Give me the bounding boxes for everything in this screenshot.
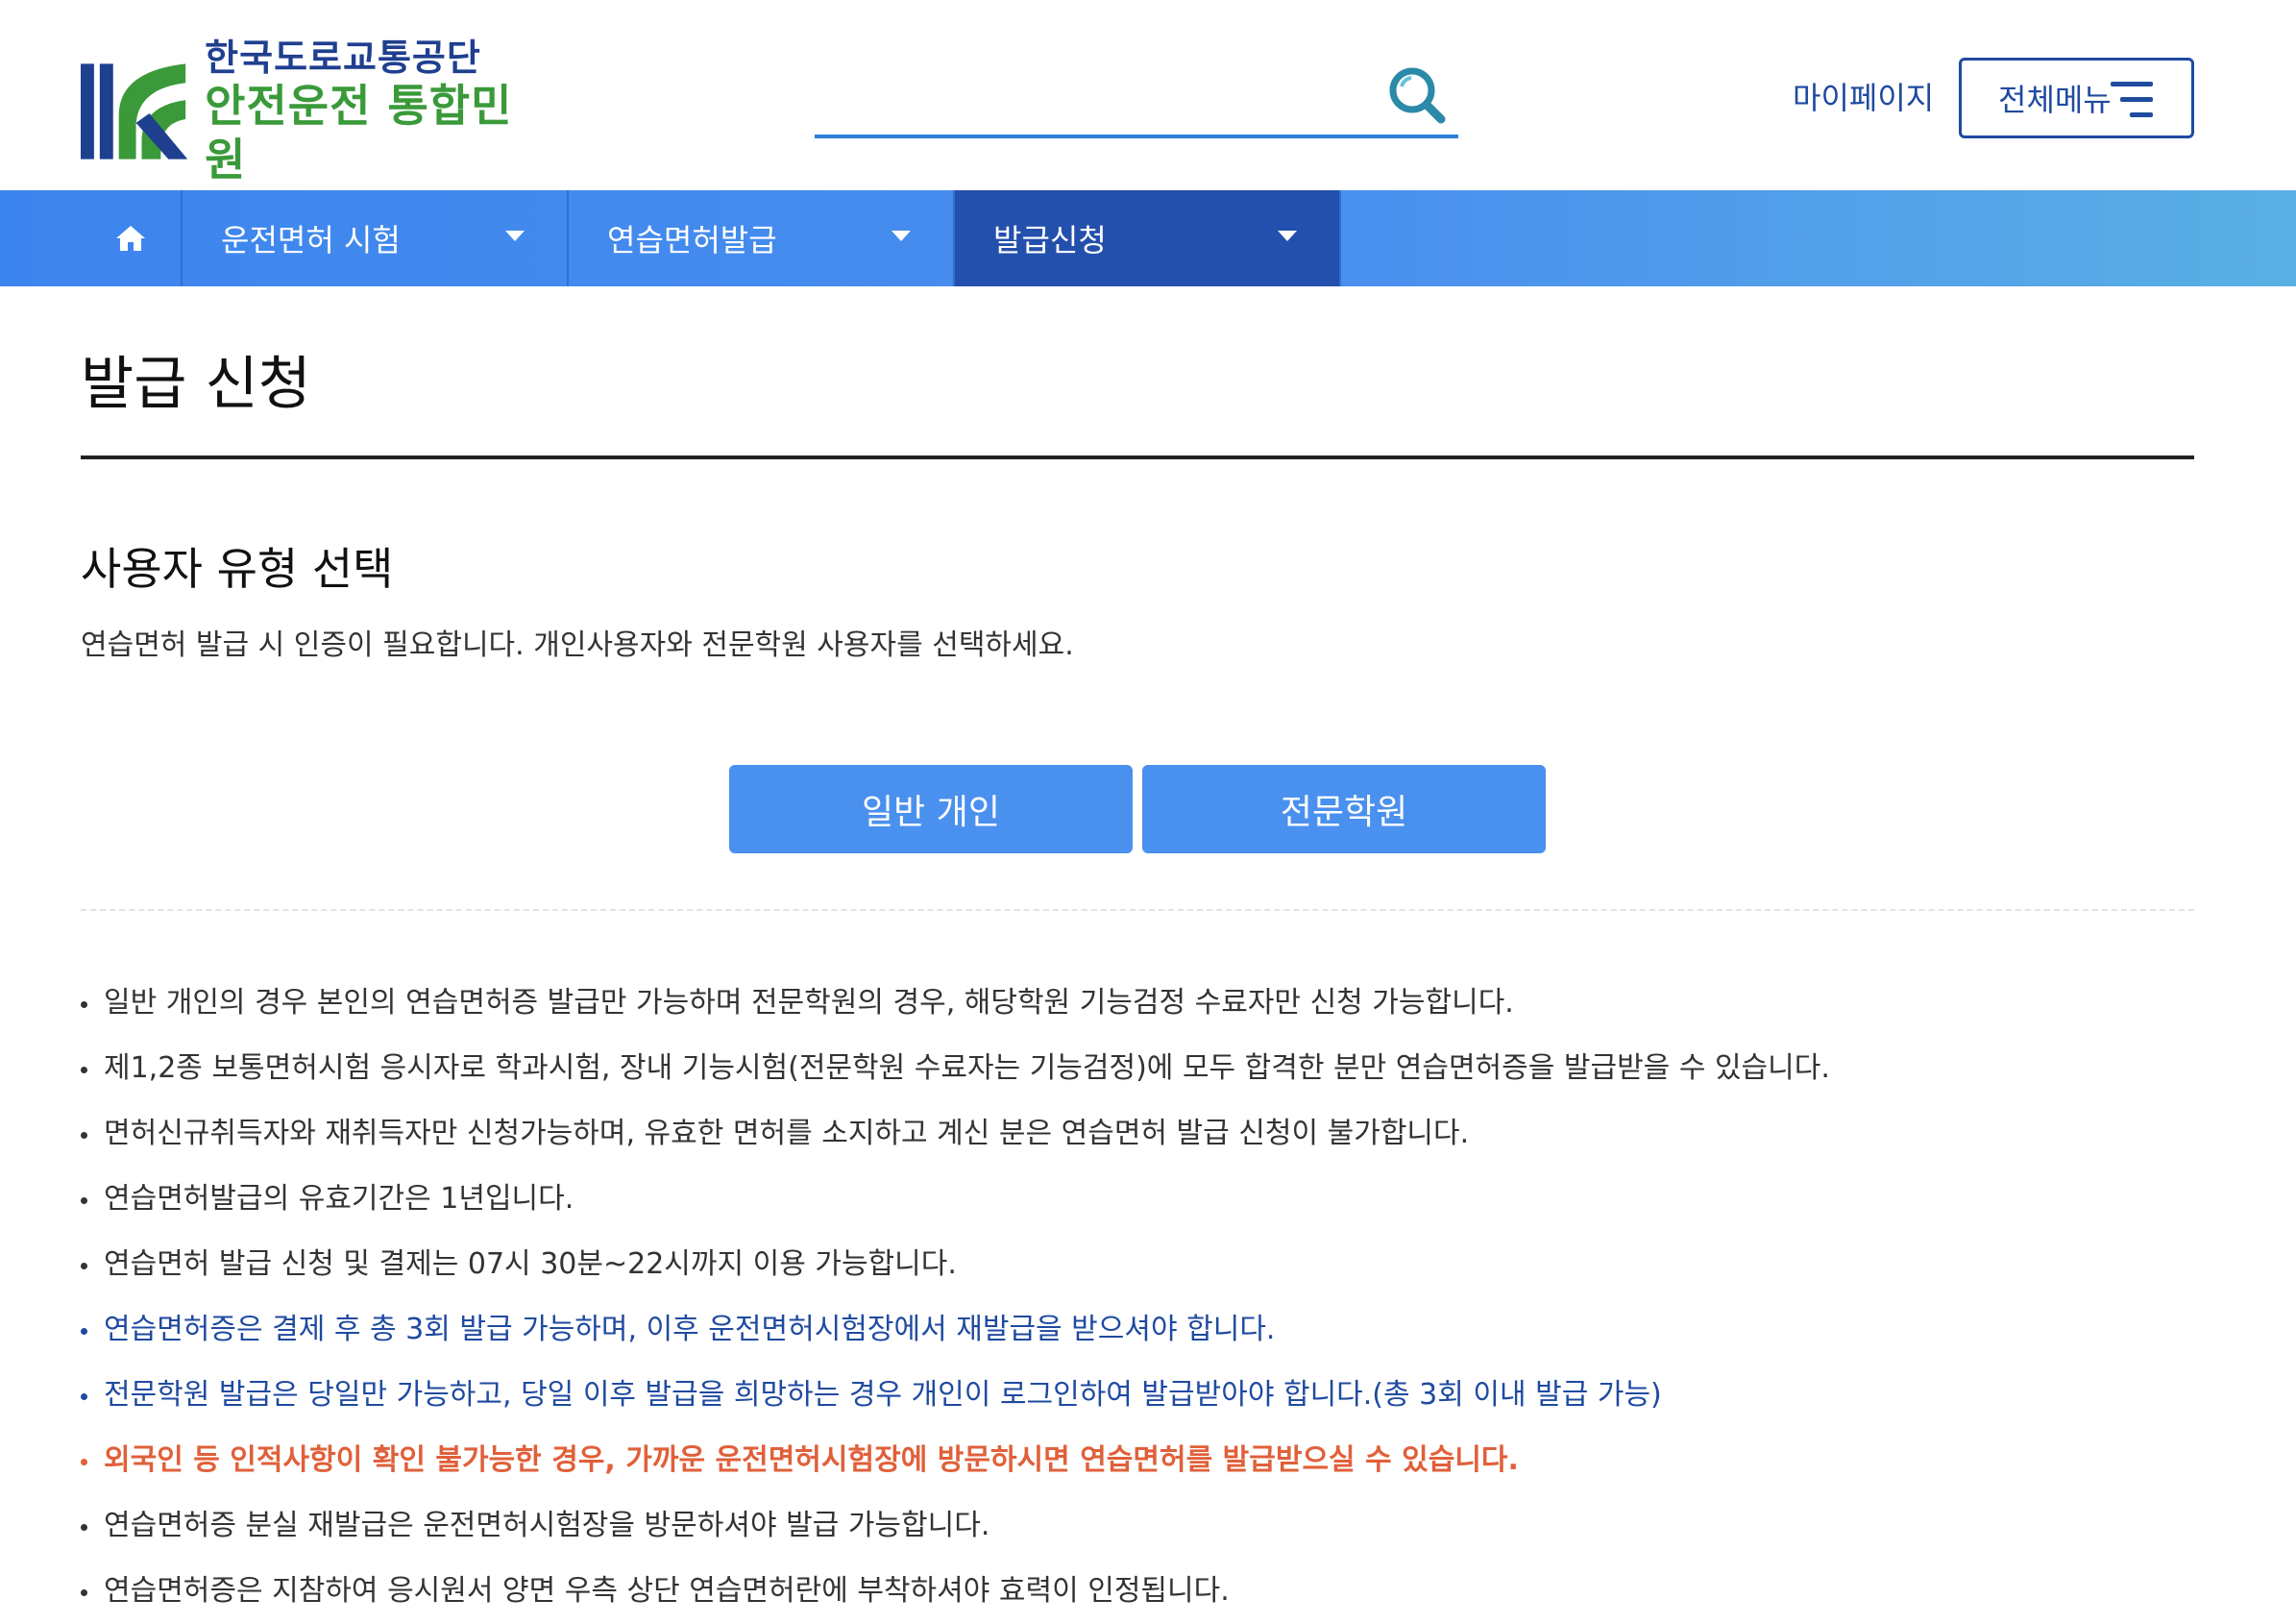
notice-item: 일반 개인의 경우 본인의 연습면허증 발급만 가능하며 전문학원의 경우, 해… [81, 971, 2213, 1036]
logo-line2: 안전운전 통합민원 [205, 80, 513, 185]
nav-item-label: 운전면허 시험 [221, 222, 401, 258]
nav-item-driving-test[interactable]: 운전면허 시험 [183, 190, 569, 286]
search-icon[interactable] [1385, 63, 1451, 129]
nav-item-label: 발급신청 [993, 222, 1107, 258]
notice-item: 연습면허증 분실 재발급은 운전면허시험장을 방문하셔야 발급 가능합니다. [81, 1493, 2213, 1559]
mypage-link[interactable]: 마이페이지 [1793, 77, 1934, 119]
kora-logo-icon [81, 63, 188, 160]
section-description: 연습면허 발급 시 인증이 필요합니다. 개인사용자와 전문학원 사용자를 선택… [81, 628, 1074, 662]
notice-item: 연습면허발급의 유효기간은 1년입니다. [81, 1167, 2213, 1232]
notice-item-highlight: 전문학원 발급은 당일만 가능하고, 당일 이후 발급을 희망하는 경우 개인이… [81, 1363, 2213, 1428]
caret-down-icon [505, 231, 525, 241]
site-header: 한국도로교통공단 안전운전 통합민원 마이페이지 전체메뉴 [0, 0, 2296, 190]
notice-item-warning: 외국인 등 인적사항이 확인 불가능한 경우, 가까운 운전면허시험장에 방문하… [81, 1428, 2213, 1493]
section-title: 사용자 유형 선택 [81, 543, 394, 595]
home-icon [116, 226, 145, 251]
caret-down-icon [1278, 231, 1297, 241]
page-title: 발급 신청 [81, 351, 311, 418]
notice-item: 연습면허증은 지참하여 응시원서 양면 우측 상단 연습면허란에 부착하셔야 효… [81, 1559, 2213, 1624]
site-logo[interactable]: 한국도로교통공단 안전운전 통합민원 [81, 37, 551, 185]
logo-line1: 한국도로교통공단 [205, 37, 481, 79]
dashed-divider [81, 909, 2194, 911]
nav-item-learner-license[interactable]: 연습면허발급 [569, 190, 955, 286]
nav-item-label: 연습면허발급 [607, 222, 777, 258]
search-input[interactable] [815, 67, 1356, 127]
nav-home-button[interactable] [81, 190, 183, 286]
notice-item: 면허신규취득자와 재취득자만 신청가능하며, 유효한 면허를 소지하고 계신 분… [81, 1101, 2213, 1167]
academy-user-button[interactable]: 전문학원 [1142, 765, 1546, 853]
hamburger-icon [2111, 82, 2153, 118]
notice-item: 제1,2종 보통면허시험 응시자로 학과시험, 장내 기능시험(전문학원 수료자… [81, 1036, 2213, 1101]
search-box [815, 58, 1458, 138]
notice-item: 연습면허 발급 신청 및 결제는 07시 30분~22시까지 이용 가능합니다. [81, 1232, 2213, 1297]
all-menu-button[interactable]: 전체메뉴 [1959, 58, 2194, 138]
notice-item-highlight: 연습면허증은 결제 후 총 3회 발급 가능하며, 이후 운전면허시험장에서 재… [81, 1297, 2213, 1363]
all-menu-label: 전체메뉴 [1998, 82, 2112, 118]
main-nav: 운전면허 시험 연습면허발급 발급신청 [0, 190, 2296, 286]
title-divider [81, 455, 2194, 459]
logo-text: 한국도로교통공단 안전운전 통합민원 [205, 37, 551, 186]
notice-list: 일반 개인의 경우 본인의 연습면허증 발급만 가능하며 전문학원의 경우, 해… [81, 971, 2213, 1624]
nav-item-issue-request[interactable]: 발급신청 [955, 190, 1341, 286]
personal-user-button[interactable]: 일반 개인 [729, 765, 1133, 853]
caret-down-icon [892, 231, 911, 241]
